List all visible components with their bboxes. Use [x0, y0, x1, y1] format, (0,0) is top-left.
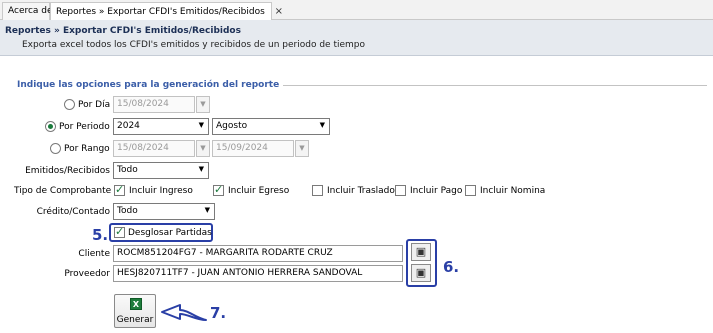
generar-button[interactable]: X Generar: [114, 294, 156, 328]
calendar-dropdown-icon[interactable]: ▼: [196, 140, 210, 157]
checkbox-label: Incluir Nomina: [480, 186, 546, 196]
proveedor-field[interactable]: HESJ820711TF7 - JUAN ANTONIO HERRERA SAN…: [113, 265, 403, 282]
radio-label: Por Periodo: [59, 122, 110, 132]
generar-label: Generar: [116, 315, 154, 325]
checkbox-label: Incluir Traslado: [327, 186, 395, 196]
cliente-field[interactable]: ROCM851204FG7 - MARGARITA RODARTE CRUZ: [113, 245, 403, 262]
month-value: Agosto: [216, 121, 248, 131]
checkbox-incluir-pago[interactable]: [395, 185, 406, 196]
callout-step-5: 5.: [92, 226, 109, 244]
callout-arrow-icon: [161, 304, 207, 321]
tab-acerca-de[interactable]: Acerca de: [2, 2, 53, 20]
callout-step-7: 7.: [210, 304, 227, 322]
radio-label: Por Día: [78, 100, 111, 110]
checkbox-label: Incluir Pago: [410, 186, 463, 196]
checkbox-label: Incluir Ingreso: [129, 186, 193, 196]
radio-por-rango[interactable]: [50, 143, 61, 154]
proveedor-label: Proveedor: [64, 269, 110, 279]
radio-por-periodo[interactable]: [45, 121, 56, 132]
callout-step-6: 6.: [443, 258, 460, 276]
page-header: Reportes » Exportar CFDI's Emitidos/Reci…: [0, 20, 713, 56]
close-icon[interactable]: ×: [275, 6, 283, 17]
date-por-dia[interactable]: 15/08/2024: [113, 96, 195, 113]
chevron-down-icon: ▼: [319, 121, 325, 129]
tab-exportar-cfdi[interactable]: Reportes » Exportar CFDI's Emitidos/Reci…: [50, 2, 283, 21]
chevron-down-icon: ▼: [198, 165, 204, 173]
year-select[interactable]: 2024 ▼: [113, 118, 209, 135]
credito-select[interactable]: Todo ▼: [113, 203, 215, 220]
chevron-down-icon: ▼: [204, 206, 210, 214]
radio-por-dia[interactable]: [64, 99, 75, 110]
checkbox-incluir-traslado[interactable]: [312, 185, 323, 196]
page-description: Exporta excel todos los CFDI's emitidos …: [22, 40, 366, 50]
excel-icon: X: [130, 298, 142, 310]
emitidos-value: Todo: [117, 165, 138, 175]
tipo-label: Tipo de Comprobante: [14, 186, 112, 196]
emitidos-label: Emitidos/Recibidos: [25, 166, 110, 176]
fieldset-legend: Indique las opciones para la generación …: [17, 80, 284, 90]
date-rango-to[interactable]: 15/09/2024: [212, 140, 294, 157]
year-value: 2024: [117, 121, 140, 131]
tab-strip: Acerca de Reportes » Exportar CFDI's Emi…: [0, 0, 713, 21]
binoculars-icon: ▣: [415, 266, 427, 279]
radio-label: Por Rango: [64, 144, 110, 154]
checkbox-label: Desglosar Partidas: [128, 228, 212, 238]
checkbox-incluir-nomina[interactable]: [465, 185, 476, 196]
page-title: Reportes » Exportar CFDI's Emitidos/Reci…: [5, 26, 241, 36]
checkbox-label: Incluir Egreso: [228, 186, 290, 196]
emitidos-select[interactable]: Todo ▼: [113, 162, 209, 179]
month-select[interactable]: Agosto ▼: [212, 118, 330, 135]
tab-label: Reportes » Exportar CFDI's Emitidos/Reci…: [56, 7, 265, 17]
credito-value: Todo: [117, 206, 138, 216]
credito-label: Crédito/Contado: [36, 207, 110, 217]
cliente-lookup-button[interactable]: ▣: [411, 243, 431, 261]
chevron-down-icon: ▼: [198, 121, 204, 129]
calendar-dropdown-icon[interactable]: ▼: [196, 96, 210, 113]
binoculars-icon: ▣: [415, 245, 427, 258]
proveedor-lookup-button[interactable]: ▣: [411, 264, 431, 282]
calendar-dropdown-icon[interactable]: ▼: [295, 140, 309, 157]
tab-label: Acerca de: [8, 6, 53, 16]
checkbox-incluir-egreso[interactable]: [213, 183, 224, 196]
date-rango-from[interactable]: 15/08/2024: [113, 140, 195, 157]
cliente-label: Cliente: [78, 249, 110, 259]
checkbox-desglosar-partidas[interactable]: [114, 225, 125, 238]
checkbox-incluir-ingreso[interactable]: [114, 183, 125, 196]
